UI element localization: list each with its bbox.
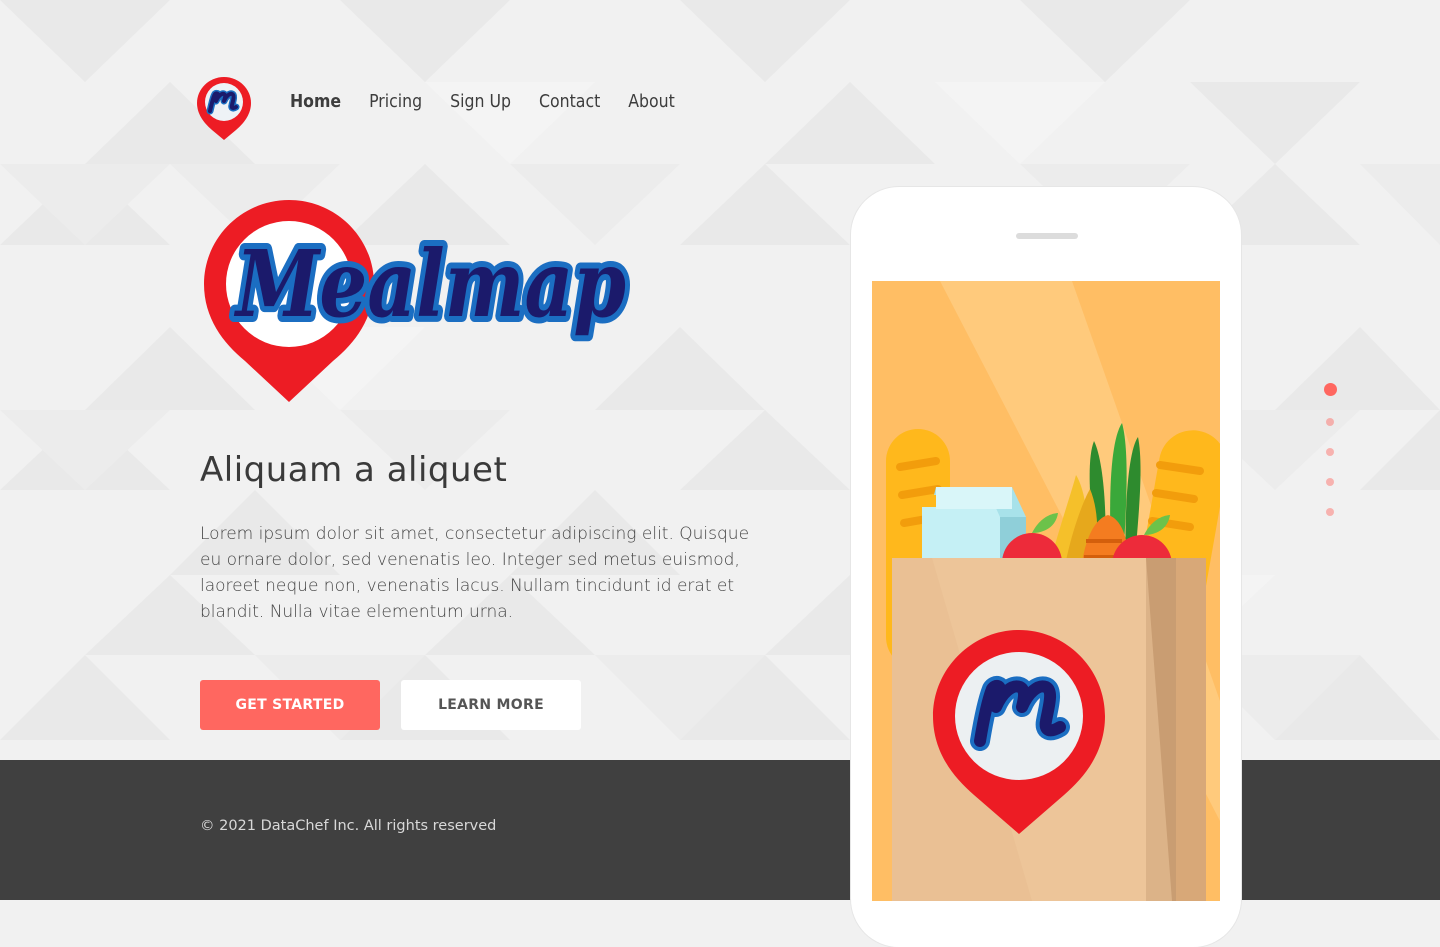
learn-more-button[interactable]: LEARN MORE (401, 680, 581, 730)
brand-wordmark: Mealmap (234, 230, 626, 338)
nav-about-link[interactable]: About (628, 90, 675, 114)
nav-pricing-link[interactable]: Pricing (369, 90, 422, 114)
hero-headline: Aliquam a aliquet (200, 450, 508, 490)
mealmap-wordmark-logo: Mealmap (204, 200, 632, 402)
nav-contact-link[interactable]: Contact (539, 90, 600, 114)
mealmap-pin-logo-icon[interactable] (196, 75, 252, 141)
phone-speaker (1016, 233, 1078, 239)
nav-home-link[interactable]: Home (290, 90, 341, 114)
phone-mockup (851, 187, 1241, 947)
slider-dot-2[interactable] (1326, 418, 1334, 426)
grocery-bag-illustration (872, 281, 1220, 901)
get-started-button[interactable]: GET STARTED (200, 680, 380, 730)
slider-dot-5[interactable] (1326, 508, 1334, 516)
hero-description: Lorem ipsum dolor sit amet, consectetur … (200, 524, 750, 622)
slider-dot-1[interactable] (1324, 383, 1337, 396)
footer-copyright: © 2021 DataChef Inc. All rights reserved (200, 818, 497, 834)
slider-dot-3[interactable] (1326, 448, 1334, 456)
slider-dot-4[interactable] (1326, 478, 1334, 486)
nav-signup-link[interactable]: Sign Up (450, 90, 511, 114)
main-nav: Home Pricing Sign Up Contact About (290, 90, 703, 114)
